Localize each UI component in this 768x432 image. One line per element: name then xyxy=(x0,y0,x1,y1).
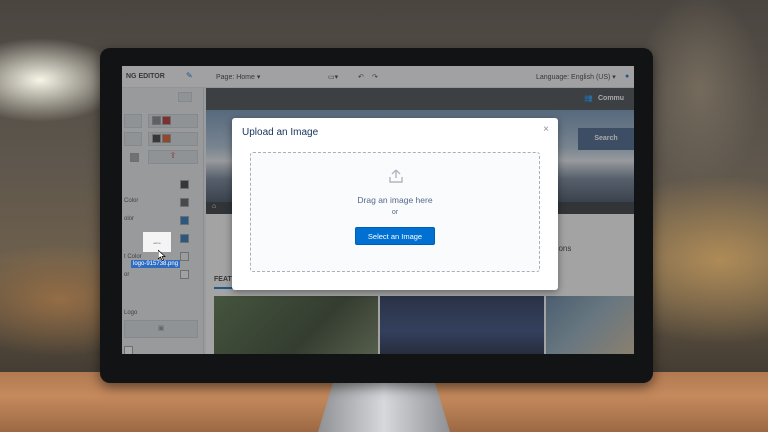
close-icon[interactable]: × xyxy=(543,124,549,135)
select-image-button[interactable]: Select an Image xyxy=(355,227,435,245)
dragged-file-name: logo-915738.png xyxy=(131,260,181,268)
upload-image-modal: Upload an Image × Drag an image here or … xyxy=(232,118,558,290)
monitor: NG EDITOR ✎ Page: Home ▾ ▭▾ ↶ ↷ Language… xyxy=(100,48,653,383)
mouse-cursor-icon xyxy=(158,250,166,261)
image-dropzone[interactable]: Drag an image here or Select an Image xyxy=(250,152,540,272)
upload-icon xyxy=(389,169,403,183)
or-separator: or xyxy=(391,209,399,216)
monitor-stand xyxy=(318,380,450,432)
modal-title: Upload an Image xyxy=(242,127,319,138)
dragged-file-thumbnail[interactable]: acme xyxy=(142,231,172,253)
screen: NG EDITOR ✎ Page: Home ▾ ▭▾ ↶ ↷ Language… xyxy=(122,66,634,354)
drag-instruction: Drag an image here xyxy=(357,195,433,205)
